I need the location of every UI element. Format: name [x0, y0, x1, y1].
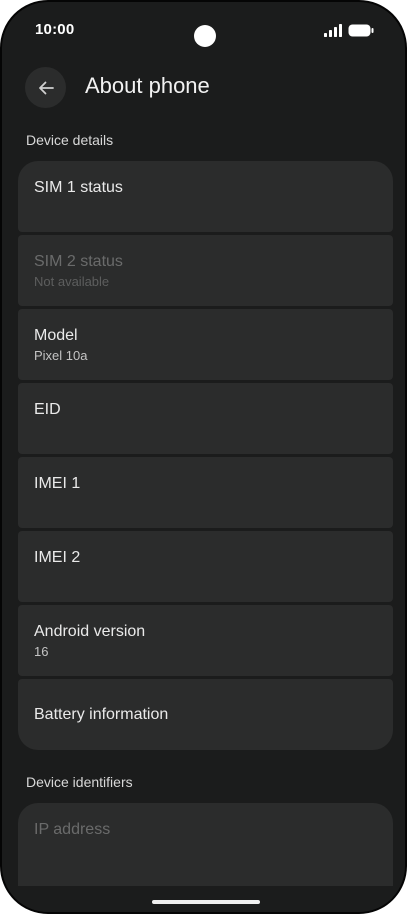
status-time: 10:00 [35, 21, 75, 38]
android-version-item[interactable]: Android version 16 [18, 605, 393, 676]
device-details-list: SIM 1 status SIM 2 status Not available … [18, 161, 393, 753]
imei-1-title: IMEI 1 [34, 475, 81, 492]
eid-title: EID [34, 401, 61, 418]
status-bar: 10:00 [2, 2, 405, 58]
back-button[interactable] [25, 67, 66, 108]
android-version-title: Android version [34, 623, 146, 640]
section-header-device-identifiers: Device identifiers [26, 774, 133, 790]
front-camera-cutout [194, 25, 216, 47]
model-item[interactable]: Model Pixel 10a [18, 309, 393, 380]
battery-information-title: Battery information [34, 705, 169, 723]
model-title: Model [34, 327, 78, 344]
battery-information-item[interactable]: Battery information [18, 679, 393, 750]
imei-2-title: IMEI 2 [34, 549, 81, 566]
arrow-back-icon [38, 81, 54, 94]
sim-1-status-item[interactable]: SIM 1 status [18, 161, 393, 232]
model-value: Pixel 10a [34, 348, 88, 363]
battery-full-icon [348, 24, 374, 37]
sim-2-status-title: SIM 2 status [34, 253, 123, 270]
ip-address-title: IP address [34, 821, 111, 838]
home-gesture-handle[interactable] [152, 900, 260, 904]
page-title: About phone [85, 73, 210, 98]
android-version-value: 16 [34, 644, 49, 659]
imei-2-item[interactable]: IMEI 2 [18, 531, 393, 602]
eid-item[interactable]: EID [18, 383, 393, 454]
cellular-signal-icon [324, 24, 342, 37]
sim-1-status-title: SIM 1 status [34, 179, 123, 196]
sim-2-status-subtitle: Not available [34, 274, 110, 289]
navigation-bar-area [2, 886, 405, 912]
imei-1-item[interactable]: IMEI 1 [18, 457, 393, 528]
section-header-device-details: Device details [26, 132, 114, 148]
phone-screen: 10:00 About phone Device details SIM 1 s… [0, 0, 407, 914]
sim-2-status-item: SIM 2 status Not available [18, 235, 393, 306]
